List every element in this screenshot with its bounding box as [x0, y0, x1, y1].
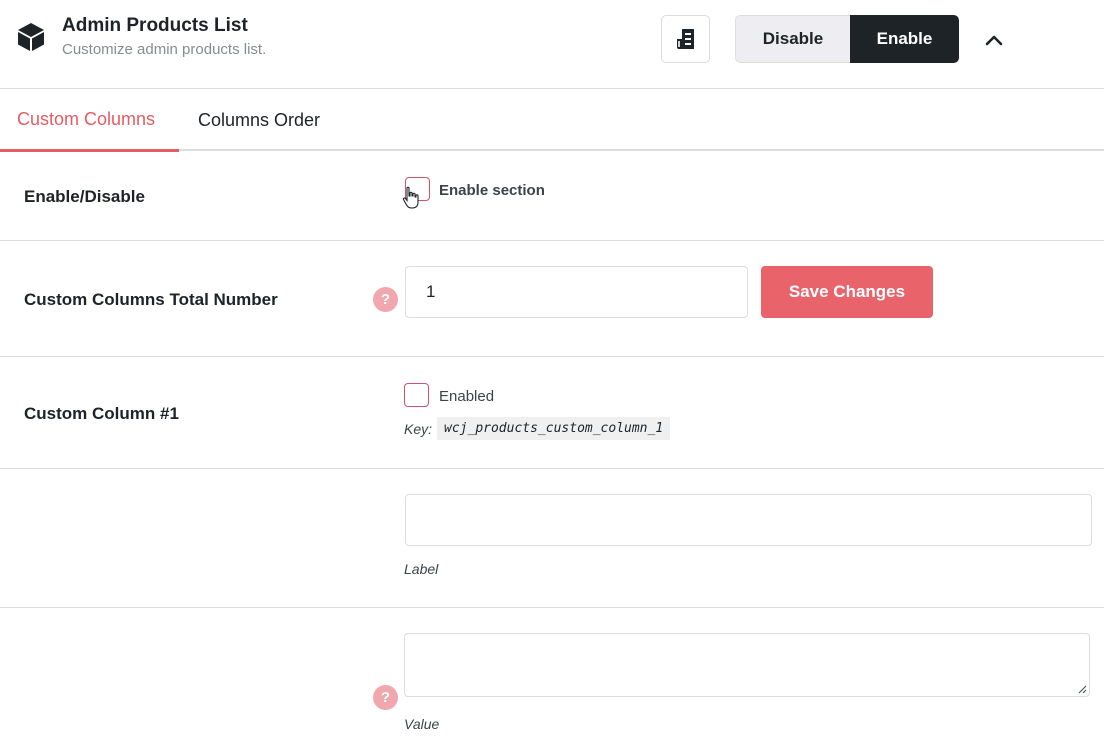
- column-1-enabled-checkbox[interactable]: [404, 383, 429, 407]
- key-label: Key:: [404, 420, 433, 437]
- box-icon: [18, 23, 44, 51]
- help-icon[interactable]: ?: [373, 287, 398, 312]
- tab-columns-order[interactable]: Columns Order: [198, 89, 320, 151]
- documentation-button[interactable]: [661, 15, 710, 63]
- column-1-label-input[interactable]: [405, 494, 1092, 546]
- module-subtitle: Customize admin products list.: [62, 41, 267, 58]
- resize-grip-icon[interactable]: [1077, 684, 1087, 694]
- tab-custom-columns[interactable]: Custom Columns: [0, 89, 179, 152]
- collapse-button[interactable]: [980, 26, 1008, 54]
- key-code: wcj_products_custom_column_1: [437, 417, 671, 440]
- help-icon[interactable]: ?: [373, 685, 398, 710]
- save-changes-button[interactable]: Save Changes: [761, 266, 933, 318]
- column-1-enabled-label: Enabled: [439, 388, 495, 405]
- column-1-value-textarea[interactable]: [404, 633, 1090, 697]
- document-icon: [676, 29, 694, 49]
- key-line: Key: wcj_products_custom_column_1: [404, 417, 671, 440]
- value-description: Value: [404, 716, 440, 732]
- enable-disable-row: Enable/Disable Enable section: [0, 151, 1104, 241]
- custom-column-1-row: Custom Column #1 Enabled: [0, 357, 1104, 469]
- settings-tabs: Custom Columns Columns Order: [0, 89, 1104, 152]
- enable-toggle: Disable Enable: [735, 15, 959, 63]
- disable-button[interactable]: Disable: [735, 15, 850, 63]
- module-header: Admin Products List Customize admin prod…: [0, 0, 1104, 89]
- total-number-input[interactable]: 1: [405, 266, 748, 318]
- label-description: Label: [404, 561, 439, 577]
- custom-column-1-label: Custom Column #1: [24, 404, 179, 423]
- module-title: Admin Products List: [62, 15, 248, 36]
- chevron-up-icon: [985, 35, 1003, 46]
- total-number-label: Custom Columns Total Number: [24, 290, 278, 309]
- enable-section-label: Enable section: [439, 182, 545, 199]
- enable-button[interactable]: Enable: [850, 15, 959, 63]
- hand-pointer-icon: [402, 186, 419, 209]
- enable-disable-label: Enable/Disable: [24, 187, 145, 206]
